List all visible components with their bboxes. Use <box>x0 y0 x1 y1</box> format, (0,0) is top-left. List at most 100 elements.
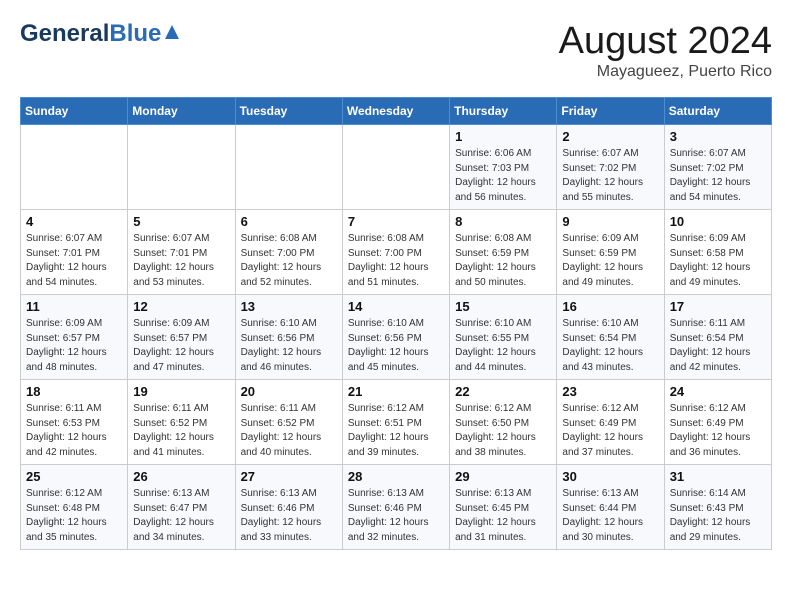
days-header-row: SundayMondayTuesdayWednesdayThursdayFrid… <box>21 98 772 125</box>
logo: General Blue <box>20 20 181 48</box>
calendar-cell: 21 Sunrise: 6:12 AM Sunset: 6:51 PM Dayli… <box>342 380 449 465</box>
day-number: 18 <box>26 384 122 399</box>
calendar-cell: 29 Sunrise: 6:13 AM Sunset: 6:45 PM Dayli… <box>450 465 557 550</box>
week-row-2: 4 Sunrise: 6:07 AM Sunset: 7:01 PM Daylig… <box>21 210 772 295</box>
day-number: 26 <box>133 469 229 484</box>
logo-arrow-icon <box>163 23 181 46</box>
day-info: Sunrise: 6:07 AM Sunset: 7:02 PM Dayligh… <box>670 147 766 205</box>
day-number: 14 <box>348 299 444 314</box>
location-title: Mayagueez, Puerto Rico <box>559 63 772 81</box>
day-header-friday: Friday <box>557 98 664 125</box>
day-number: 29 <box>455 469 551 484</box>
day-info: Sunrise: 6:13 AM Sunset: 6:46 PM Dayligh… <box>241 487 337 545</box>
day-number: 15 <box>455 299 551 314</box>
day-number: 27 <box>241 469 337 484</box>
calendar-cell <box>342 125 449 210</box>
calendar-cell: 16Sunrise: 6:10 AM Sunset: 6:54 PM Dayli… <box>557 295 664 380</box>
day-number: 1 <box>455 129 551 144</box>
day-info: Sunrise: 6:14 AM Sunset: 6:43 PM Dayligh… <box>670 487 766 545</box>
week-row-5: 25 Sunrise: 6:12 AM Sunset: 6:48 PM Dayli… <box>21 465 772 550</box>
week-row-4: 18 Sunrise: 6:11 AM Sunset: 6:53 PM Dayli… <box>21 380 772 465</box>
calendar-cell <box>128 125 235 210</box>
calendar-cell: 5 Sunrise: 6:07 AM Sunset: 7:01 PM Daylig… <box>128 210 235 295</box>
day-info: Sunrise: 6:11 AM Sunset: 6:54 PM Dayligh… <box>670 317 766 375</box>
calendar-cell: 11Sunrise: 6:09 AM Sunset: 6:57 PM Dayli… <box>21 295 128 380</box>
calendar-cell: 4 Sunrise: 6:07 AM Sunset: 7:01 PM Daylig… <box>21 210 128 295</box>
calendar-cell: 26 Sunrise: 6:13 AM Sunset: 6:47 PM Dayli… <box>128 465 235 550</box>
calendar-cell: 9Sunrise: 6:09 AM Sunset: 6:59 PM Daylig… <box>557 210 664 295</box>
day-number: 12 <box>133 299 229 314</box>
day-info: Sunrise: 6:12 AM Sunset: 6:51 PM Dayligh… <box>348 402 444 460</box>
day-info: Sunrise: 6:07 AM Sunset: 7:01 PM Dayligh… <box>133 232 229 290</box>
calendar-cell: 17Sunrise: 6:11 AM Sunset: 6:54 PM Dayli… <box>664 295 771 380</box>
day-number: 30 <box>562 469 658 484</box>
day-number: 10 <box>670 214 766 229</box>
calendar-cell: 22Sunrise: 6:12 AM Sunset: 6:50 PM Dayli… <box>450 380 557 465</box>
day-info: Sunrise: 6:09 AM Sunset: 6:59 PM Dayligh… <box>562 232 658 290</box>
day-info: Sunrise: 6:08 AM Sunset: 6:59 PM Dayligh… <box>455 232 551 290</box>
day-info: Sunrise: 6:09 AM Sunset: 6:58 PM Dayligh… <box>670 232 766 290</box>
day-info: Sunrise: 6:06 AM Sunset: 7:03 PM Dayligh… <box>455 147 551 205</box>
day-number: 7 <box>348 214 444 229</box>
day-header-tuesday: Tuesday <box>235 98 342 125</box>
day-number: 5 <box>133 214 229 229</box>
day-number: 19 <box>133 384 229 399</box>
logo-general: General <box>20 20 109 48</box>
calendar-cell: 28Sunrise: 6:13 AM Sunset: 6:46 PM Dayli… <box>342 465 449 550</box>
calendar-header: SundayMondayTuesdayWednesdayThursdayFrid… <box>21 98 772 125</box>
calendar-cell: 15 Sunrise: 6:10 AM Sunset: 6:55 PM Dayli… <box>450 295 557 380</box>
day-number: 31 <box>670 469 766 484</box>
day-info: Sunrise: 6:10 AM Sunset: 6:56 PM Dayligh… <box>241 317 337 375</box>
day-info: Sunrise: 6:13 AM Sunset: 6:47 PM Dayligh… <box>133 487 229 545</box>
calendar-cell: 18 Sunrise: 6:11 AM Sunset: 6:53 PM Dayli… <box>21 380 128 465</box>
day-info: Sunrise: 6:09 AM Sunset: 6:57 PM Dayligh… <box>26 317 122 375</box>
calendar-cell: 31 Sunrise: 6:14 AM Sunset: 6:43 PM Dayli… <box>664 465 771 550</box>
day-header-sunday: Sunday <box>21 98 128 125</box>
calendar-cell <box>235 125 342 210</box>
calendar-cell <box>21 125 128 210</box>
day-number: 3 <box>670 129 766 144</box>
day-number: 21 <box>348 384 444 399</box>
day-number: 4 <box>26 214 122 229</box>
day-info: Sunrise: 6:13 AM Sunset: 6:44 PM Dayligh… <box>562 487 658 545</box>
calendar-cell: 8 Sunrise: 6:08 AM Sunset: 6:59 PM Daylig… <box>450 210 557 295</box>
calendar-cell: 14Sunrise: 6:10 AM Sunset: 6:56 PM Dayli… <box>342 295 449 380</box>
calendar-cell: 20Sunrise: 6:11 AM Sunset: 6:52 PM Dayli… <box>235 380 342 465</box>
calendar-cell: 25 Sunrise: 6:12 AM Sunset: 6:48 PM Dayli… <box>21 465 128 550</box>
day-number: 8 <box>455 214 551 229</box>
calendar-cell: 23 Sunrise: 6:12 AM Sunset: 6:49 PM Dayli… <box>557 380 664 465</box>
day-info: Sunrise: 6:07 AM Sunset: 7:01 PM Dayligh… <box>26 232 122 290</box>
day-info: Sunrise: 6:07 AM Sunset: 7:02 PM Dayligh… <box>562 147 658 205</box>
calendar-cell: 30 Sunrise: 6:13 AM Sunset: 6:44 PM Dayli… <box>557 465 664 550</box>
month-title: August 2024 <box>559 20 772 63</box>
week-row-1: 1 Sunrise: 6:06 AM Sunset: 7:03 PM Daylig… <box>21 125 772 210</box>
day-info: Sunrise: 6:12 AM Sunset: 6:49 PM Dayligh… <box>670 402 766 460</box>
day-info: Sunrise: 6:13 AM Sunset: 6:45 PM Dayligh… <box>455 487 551 545</box>
day-number: 25 <box>26 469 122 484</box>
day-info: Sunrise: 6:10 AM Sunset: 6:54 PM Dayligh… <box>562 317 658 375</box>
day-info: Sunrise: 6:10 AM Sunset: 6:55 PM Dayligh… <box>455 317 551 375</box>
day-info: Sunrise: 6:11 AM Sunset: 6:53 PM Dayligh… <box>26 402 122 460</box>
calendar-cell: 13Sunrise: 6:10 AM Sunset: 6:56 PM Dayli… <box>235 295 342 380</box>
day-number: 6 <box>241 214 337 229</box>
day-header-thursday: Thursday <box>450 98 557 125</box>
calendar-cell: 10 Sunrise: 6:09 AM Sunset: 6:58 PM Dayli… <box>664 210 771 295</box>
calendar-cell: 27 Sunrise: 6:13 AM Sunset: 6:46 PM Dayli… <box>235 465 342 550</box>
week-row-3: 11Sunrise: 6:09 AM Sunset: 6:57 PM Dayli… <box>21 295 772 380</box>
day-info: Sunrise: 6:12 AM Sunset: 6:48 PM Dayligh… <box>26 487 122 545</box>
calendar-body: 1 Sunrise: 6:06 AM Sunset: 7:03 PM Daylig… <box>21 125 772 550</box>
day-info: Sunrise: 6:09 AM Sunset: 6:57 PM Dayligh… <box>133 317 229 375</box>
calendar-cell: 24Sunrise: 6:12 AM Sunset: 6:49 PM Dayli… <box>664 380 771 465</box>
calendar-cell: 2Sunrise: 6:07 AM Sunset: 7:02 PM Daylig… <box>557 125 664 210</box>
day-number: 23 <box>562 384 658 399</box>
calendar-cell: 1 Sunrise: 6:06 AM Sunset: 7:03 PM Daylig… <box>450 125 557 210</box>
calendar-cell: 6Sunrise: 6:08 AM Sunset: 7:00 PM Daylig… <box>235 210 342 295</box>
day-info: Sunrise: 6:12 AM Sunset: 6:50 PM Dayligh… <box>455 402 551 460</box>
day-header-wednesday: Wednesday <box>342 98 449 125</box>
day-header-saturday: Saturday <box>664 98 771 125</box>
calendar-table: SundayMondayTuesdayWednesdayThursdayFrid… <box>20 97 772 550</box>
day-number: 28 <box>348 469 444 484</box>
day-number: 20 <box>241 384 337 399</box>
calendar-cell: 7Sunrise: 6:08 AM Sunset: 7:00 PM Daylig… <box>342 210 449 295</box>
day-info: Sunrise: 6:12 AM Sunset: 6:49 PM Dayligh… <box>562 402 658 460</box>
